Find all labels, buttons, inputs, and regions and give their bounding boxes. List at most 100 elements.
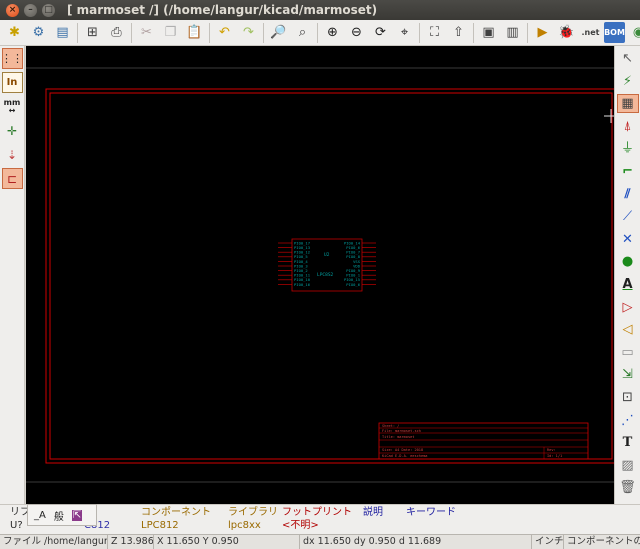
- tool-add-image[interactable]: ▨: [617, 456, 639, 475]
- title-block-title: Title: marmoset: [382, 435, 414, 439]
- zoom-in-icon: ⊕: [327, 25, 338, 40]
- toolbar-button-library-browser[interactable]: ▥: [502, 22, 523, 43]
- select-tool-icon: ↖: [622, 51, 633, 66]
- title-block-rev: Rev:: [547, 448, 556, 452]
- title-bar: × – □ [ marmoset /] (/home/langur/kicad/…: [0, 0, 640, 20]
- toolbar-button-cut[interactable]: ✂: [136, 22, 157, 43]
- toolbar-button-zoom-out[interactable]: ⊖: [346, 22, 367, 43]
- toolbar-button-find[interactable]: 🔎: [268, 22, 289, 43]
- tool-add-label[interactable]: A: [617, 275, 639, 294]
- tool-add-component[interactable]: ⍋: [617, 117, 639, 136]
- cursor-shape-button[interactable]: ✛: [2, 120, 23, 141]
- library-browser-icon: ▥: [506, 25, 519, 40]
- toolbar-separator: [77, 22, 78, 43]
- minimize-window-button[interactable]: –: [24, 3, 37, 17]
- mm-arrows-icon: ↔: [8, 105, 16, 115]
- undo-icon: ↶: [219, 25, 230, 40]
- component-reference: U2: [324, 252, 330, 258]
- panel-header-footprint: フットプリント: [282, 507, 352, 518]
- bom-icon: BOM: [604, 28, 625, 37]
- tool-highlight-net[interactable]: ⚡: [617, 72, 639, 91]
- redo-icon: ↷: [243, 25, 254, 40]
- toolbar-button-save[interactable]: ▤: [52, 22, 73, 43]
- tool-add-sheet[interactable]: ▭: [617, 343, 639, 362]
- tool-add-sheet-pin[interactable]: ⊡: [617, 388, 639, 407]
- add-bus-icon: ⫽: [624, 186, 631, 202]
- save-icon: ▤: [56, 25, 69, 40]
- toolbar-button-bom[interactable]: BOM: [604, 22, 625, 43]
- toolbar-button-paste[interactable]: 📋: [184, 22, 205, 43]
- toolbar-button-hierarchy[interactable]: ⛶: [424, 22, 445, 43]
- toolbar-separator: [317, 22, 318, 43]
- tool-add-power[interactable]: ⏚: [617, 139, 639, 158]
- toolbar-button-zoom-fit[interactable]: ⌖: [394, 22, 415, 43]
- panel-header-keywords: キーワード: [406, 507, 456, 518]
- netlist-icon: .net: [581, 28, 600, 37]
- delete-icon: 🗑: [619, 480, 636, 496]
- main-toolbar: ✱ ⚙ ▤ ⊞ ⎙ ✂ ❐ 📋 ↶ ↷ 🔎 ⌕ ⊕ ⊖ ⟳ ⌖ ⛶ ⇧ ▣ ▥ …: [0, 20, 640, 46]
- toolbar-separator: [209, 22, 210, 43]
- tool-delete[interactable]: 🗑: [617, 478, 639, 497]
- status-units: インチ: [532, 535, 564, 549]
- status-delta: dx 11.650 dy 0.950 d 11.689: [300, 535, 532, 549]
- component-u2[interactable]: U2 LPC8S2 PIO0_17PIO0_13PIO0_12PIO0_5PIO…: [278, 238, 376, 292]
- toolbar-button-leave-sheet[interactable]: ⇧: [448, 22, 469, 43]
- tool-select[interactable]: ↖: [617, 49, 639, 68]
- toolbar-separator: [473, 22, 474, 43]
- status-cursor-xy: X 11.650 Y 0.950: [154, 535, 300, 549]
- toolbar-separator: [131, 22, 132, 43]
- units-mm-button[interactable]: mm ↔: [2, 96, 23, 117]
- maximize-window-button[interactable]: □: [42, 3, 55, 17]
- tool-add-wire-entry[interactable]: ⟋: [617, 207, 639, 226]
- toolbar-button-zoom-in[interactable]: ⊕: [322, 22, 343, 43]
- ime-mode-label[interactable]: _A: [34, 510, 46, 521]
- tool-add-bus[interactable]: ⫽: [617, 185, 639, 204]
- toolbar-button-sheet[interactable]: ⚙: [28, 22, 49, 43]
- title-block-id: Id: 1/1: [547, 454, 562, 458]
- tool-no-connect[interactable]: ✕: [617, 230, 639, 249]
- close-window-button[interactable]: ×: [6, 3, 19, 17]
- ime-tool-icon[interactable]: ⇱: [71, 509, 83, 521]
- ime-general-label[interactable]: 般: [54, 508, 64, 523]
- toolbar-button-copy[interactable]: ❐: [160, 22, 181, 43]
- toolbar-button-page[interactable]: ⊞: [82, 22, 103, 43]
- component-value: LPC8S2: [317, 272, 334, 278]
- toolbar-button-cvpcb[interactable]: ◉: [628, 22, 640, 43]
- toolbar-button-print[interactable]: ⎙: [106, 22, 127, 43]
- toolbar-button-erc[interactable]: 🐞: [556, 22, 577, 43]
- tool-add-hier-label[interactable]: ◁: [617, 320, 639, 339]
- bus-wire-orient-button[interactable]: ⊏: [1, 168, 23, 189]
- tool-add-graphic-line[interactable]: ⋰: [617, 411, 639, 430]
- schematic-drawing: Sheet: / File: marmoset.sch Title: marmo…: [26, 67, 614, 483]
- tool-add-wire[interactable]: ⌐: [617, 162, 639, 181]
- tool-add-global-label[interactable]: ▷: [617, 298, 639, 317]
- status-zoom: Z 13.9868: [108, 535, 154, 549]
- toolbar-button-new[interactable]: ✱: [4, 22, 25, 43]
- input-method-popup[interactable]: _A 般 ⇱: [27, 504, 97, 526]
- hidden-pins-button[interactable]: ⇣: [2, 144, 23, 165]
- add-wire-entry-icon: ⟋: [622, 209, 633, 225]
- schematic-canvas[interactable]: Sheet: / File: marmoset.sch Title: marmo…: [26, 46, 614, 504]
- toolbar-button-undo[interactable]: ↶: [214, 22, 235, 43]
- close-icon: ×: [8, 4, 17, 15]
- toolbar-button-zoom-redraw[interactable]: ⟳: [370, 22, 391, 43]
- toolbar-button-annotate[interactable]: ▶: [532, 22, 553, 43]
- tool-add-junction[interactable]: ●: [617, 252, 639, 271]
- left-toolbar: ⋮⋮ In mm ↔ ✛ ⇣ ⊏: [0, 46, 25, 504]
- title-block: Sheet: / File: marmoset.sch Title: marmo…: [378, 422, 589, 460]
- toolbar-button-redo[interactable]: ↷: [238, 22, 259, 43]
- units-inch-label: In: [6, 76, 18, 88]
- toolbar-button-find-replace[interactable]: ⌕: [292, 22, 313, 43]
- no-connect-icon: ✕: [622, 231, 633, 247]
- page-settings-icon: ⊞: [87, 25, 98, 40]
- toggle-grid-button[interactable]: ⋮⋮: [1, 48, 23, 69]
- toolbar-button-library-editor[interactable]: ▣: [478, 22, 499, 43]
- toolbar-button-netlist[interactable]: .net: [580, 22, 601, 43]
- tool-import-sheet-pin[interactable]: ⇲: [617, 365, 639, 384]
- tool-add-text[interactable]: T: [617, 433, 639, 452]
- title-block-file: File: marmoset.sch: [382, 429, 421, 433]
- tool-hierarchy-nav[interactable]: ▦: [616, 94, 639, 114]
- erc-icon: 🐞: [558, 25, 575, 40]
- add-label-icon: A: [622, 276, 633, 292]
- units-inch-button[interactable]: In: [1, 72, 23, 93]
